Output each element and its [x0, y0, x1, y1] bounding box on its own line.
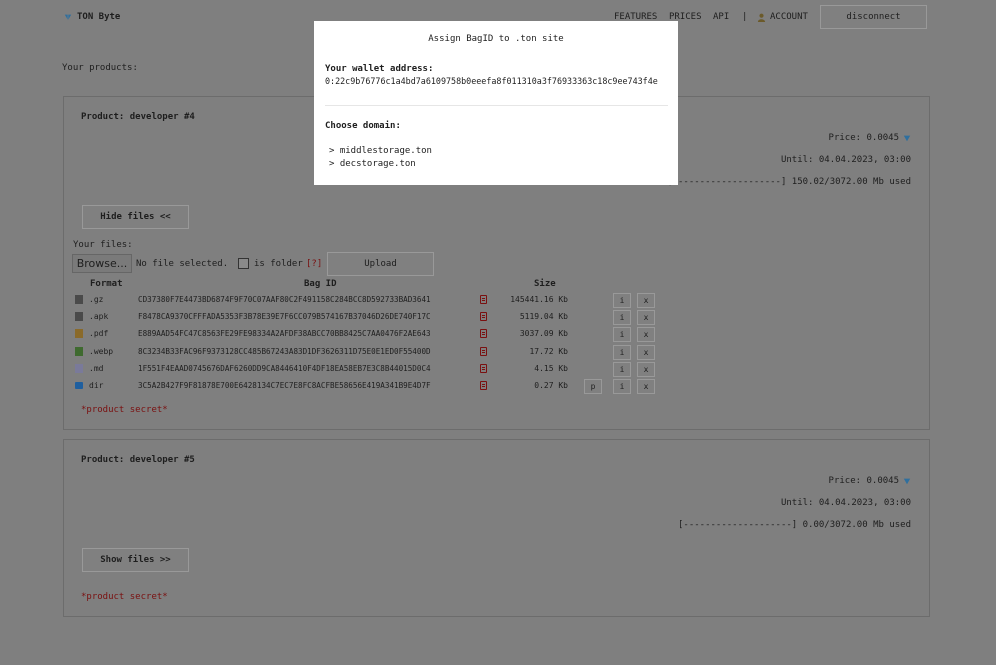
file-format: .apk [89, 312, 109, 322]
products-label: Your products: [62, 63, 138, 73]
product-usage: [--------------------] 0.00/3072.00 Mb u… [678, 520, 911, 530]
nav-account[interactable]: ACCOUNT [757, 12, 808, 22]
product-title: Product: developer #5 [81, 455, 195, 465]
table-row: .pdf E889AAD54FC47C8563FE29FE98334A2AFDF3… [73, 326, 673, 343]
nav-account-label: ACCOUNT [770, 12, 808, 22]
price-text: Price: 0.0045 [828, 133, 899, 143]
info-button[interactable]: i [613, 379, 631, 394]
hide-files-button[interactable]: Hide files << [82, 205, 189, 229]
upload-button[interactable]: Upload [327, 252, 434, 276]
table-row: .webp 8C3234B33FAC96F9373128CC485B67243A8… [73, 344, 673, 361]
logo[interactable]: TON Byte [64, 12, 120, 22]
product-until: Until: 04.04.2023, 03:00 [780, 155, 911, 165]
file-size: 3037.09 Kb [519, 329, 568, 339]
table-row: dir 3C5A2B427F9F81878E700E6428134C7EC7E8F… [73, 378, 673, 395]
product-price: Price: 0.0045 [829, 476, 911, 486]
file-format: .webp [89, 346, 114, 356]
document-file-icon [75, 329, 83, 339]
browse-button[interactable]: Browse... [72, 254, 132, 273]
file-format: dir [89, 381, 104, 390]
archive-file-icon [75, 312, 83, 322]
copy-icon[interactable] [480, 312, 487, 322]
disconnect-button[interactable]: disconnect [820, 5, 927, 29]
product-usage: [#-------------------] 150.02/3072.00 Mb… [667, 177, 911, 187]
publish-button[interactable]: p [584, 379, 602, 394]
copy-icon[interactable] [480, 295, 487, 304]
page: TON Byte FEATURES PRICES API | ACCOUNT d… [0, 0, 996, 665]
file-bag-id: F8478CA9370CFFFADA5353F3B78E39E7F6CC079B… [138, 312, 431, 322]
file-bag-id: CD37380F7E4473BD6874F9F70C07AAF80C2F4911… [138, 295, 431, 304]
info-button[interactable]: i [613, 310, 631, 326]
file-format: .pdf [89, 329, 109, 339]
wallet-label: Your wallet address: [325, 64, 434, 74]
archive-file-icon [75, 295, 83, 304]
product-secret-link[interactable]: *product secret* [81, 405, 168, 415]
delete-button[interactable]: x [637, 379, 655, 394]
delete-button[interactable]: x [637, 327, 655, 343]
file-size: 17.72 Kb [529, 346, 568, 356]
info-button[interactable]: i [613, 344, 631, 360]
domain-option-middlestorage[interactable]: > middlestorage.ton [329, 146, 432, 156]
assign-bagid-modal: Assign BagID to .ton site Your wallet ad… [314, 21, 678, 185]
column-format: Format [90, 279, 123, 289]
product-title: Product: developer #4 [81, 112, 195, 122]
nav-divider: | [742, 12, 748, 22]
folder-icon [75, 382, 83, 389]
show-files-button[interactable]: Show files >> [82, 548, 189, 572]
delete-button[interactable]: x [637, 293, 655, 308]
domain-option-decstorage[interactable]: > decstorage.ton [329, 159, 416, 169]
logo-text: TON Byte [77, 12, 121, 22]
copy-icon[interactable] [480, 363, 487, 373]
delete-button[interactable]: x [637, 310, 655, 326]
file-bag-id: 3C5A2B427F9F81878E700E6428134C7EC7E8FC8A… [138, 381, 431, 390]
help-link[interactable]: [?] [306, 259, 322, 269]
copy-icon[interactable] [480, 329, 487, 339]
info-button[interactable]: i [613, 293, 631, 308]
file-size: 0.27 Kb [534, 381, 568, 390]
no-file-label: No file selected. [136, 259, 229, 269]
file-format: .gz [89, 295, 104, 304]
ton-diamond-icon [903, 478, 911, 485]
file-bag-id: 8C3234B33FAC96F9373128CC485B67243A83D1DF… [138, 346, 431, 356]
product-card: Product: developer #5 Price: 0.0045 Unti… [63, 439, 930, 617]
table-row: .gz CD37380F7E4473BD6874F9F70C07AAF80C2F4… [73, 292, 673, 309]
delete-button[interactable]: x [637, 344, 655, 360]
file-format: .md [89, 363, 104, 373]
product-price: Price: 0.0045 [829, 133, 911, 143]
info-button[interactable]: i [613, 361, 631, 377]
column-bag-id: Bag ID [304, 279, 337, 289]
info-button[interactable]: i [613, 327, 631, 343]
file-size: 145441.16 Kb [510, 295, 568, 304]
column-size: Size [534, 279, 556, 289]
domain-label: Choose domain: [325, 121, 401, 131]
table-row: .apk F8478CA9370CFFFADA5353F3B78E39E7F6CC… [73, 309, 673, 326]
file-bag-id: E889AAD54FC47C8563FE29FE98334A2AFDF38ABC… [138, 329, 431, 339]
copy-icon[interactable] [480, 381, 487, 390]
modal-divider [325, 105, 668, 106]
your-files-label: Your files: [73, 240, 133, 250]
is-folder-checkbox[interactable] [238, 258, 249, 269]
product-until: Until: 04.04.2023, 03:00 [780, 498, 911, 508]
price-text: Price: 0.0045 [828, 476, 899, 486]
wallet-address: 0:22c9b76776c1a4bd7a6109758b0eeefa8f0113… [325, 76, 658, 86]
copy-icon[interactable] [480, 346, 487, 356]
product-secret-link[interactable]: *product secret* [81, 592, 168, 602]
file-bag-id: 1F551F4EAAD0745676DAF6260DD9CA8446410F4D… [138, 363, 431, 373]
user-icon [757, 13, 766, 22]
table-row: .md 1F551F4EAAD0745676DAF6260DD9CA8446410… [73, 361, 673, 378]
ton-diamond-icon [64, 14, 72, 21]
text-file-icon [75, 363, 83, 373]
delete-button[interactable]: x [637, 361, 655, 377]
file-size: 4.15 Kb [534, 363, 568, 373]
ton-diamond-icon [903, 135, 911, 142]
file-table: .gz CD37380F7E4473BD6874F9F70C07AAF80C2F4… [73, 292, 673, 396]
nav-api[interactable]: API [713, 12, 729, 22]
modal-title: Assign BagID to .ton site [428, 34, 564, 44]
is-folder-label: is folder [254, 259, 303, 269]
file-size: 5119.04 Kb [519, 312, 568, 322]
image-file-icon [75, 346, 83, 356]
